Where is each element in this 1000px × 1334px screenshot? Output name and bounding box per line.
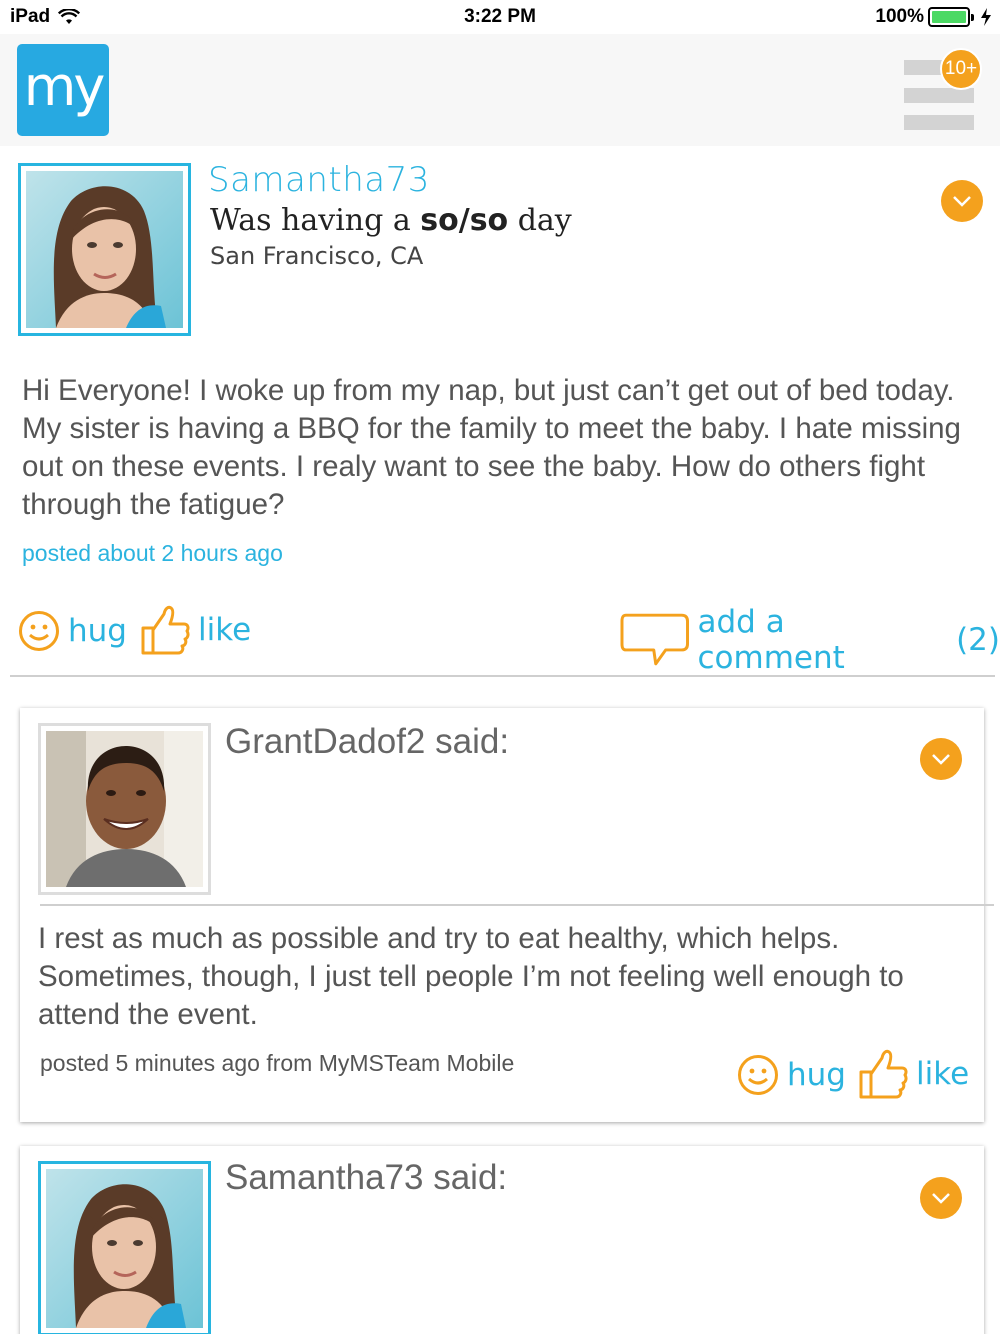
post-timestamp: posted about 2 hours ago [22,540,283,566]
post-username[interactable]: Samantha73 [208,160,430,200]
mood-value: so/so [420,203,509,238]
comment-avatar[interactable] [38,1161,211,1334]
post-location: San Francisco, CA [210,242,424,270]
comment-count: (2) [956,622,1000,658]
mood-suffix: day [508,203,572,238]
post-divider [10,675,995,677]
like-button[interactable]: like [140,604,251,656]
charging-icon [981,8,991,26]
mood-prefix: Was having a [210,203,421,238]
notification-badge[interactable]: 10+ [940,48,982,90]
avatar-image [26,171,183,328]
woman-portrait-icon [46,1169,203,1328]
comment-options-chevron-icon[interactable] [920,1177,962,1219]
battery-percent: 100% [875,6,924,27]
post-mood: Was having a so/so day [210,203,572,238]
post-body: Hi Everyone! I woke up from my nap, but … [22,374,961,521]
like-label: like [916,1056,970,1092]
speech-bubble-icon [620,613,690,666]
comment-body: I rest as much as possible and try to ea… [38,922,904,1031]
comment-like-button[interactable]: like [858,1048,969,1100]
smiley-icon [19,611,59,651]
comment-avatar[interactable] [38,723,211,895]
add-comment-button[interactable]: add a comment (2) [620,604,1000,676]
avatar-image [46,731,203,887]
hug-label: hug [68,613,127,649]
comment-author[interactable]: GrantDadof2 said: [225,722,509,762]
avatar-image [46,1169,203,1328]
like-label: like [198,612,252,648]
thumbs-up-icon [859,1049,908,1099]
smiley-icon [738,1055,778,1095]
post-avatar[interactable] [18,163,191,336]
comment-meta: posted 5 minutes ago from MyMSTeam Mobil… [40,1050,515,1076]
comment-options-chevron-icon[interactable] [920,738,962,780]
comment-card: Samantha73 said: [20,1146,984,1334]
comment-card: GrantDadof2 said: I rest as much as poss… [20,708,994,1122]
hug-button[interactable]: hug [18,610,127,652]
woman-portrait-icon [26,171,183,328]
post-options-chevron-icon[interactable] [941,180,983,222]
comment-hug-button[interactable]: hug [737,1054,846,1096]
status-time: 3:22 PM [464,6,536,27]
status-bar: iPad 3:22 PM 100% [0,0,1000,34]
comment-author[interactable]: Samantha73 said: [225,1158,507,1198]
app-header: my [0,34,1000,146]
comment-separator [40,904,994,906]
status-right: 100% [875,6,992,28]
add-comment-label: add a comment [697,604,845,676]
hug-label: hug [787,1057,846,1093]
man-portrait-icon [46,731,203,887]
app-logo[interactable]: my [17,44,109,136]
battery-icon [928,7,974,27]
thumbs-up-icon [141,605,190,655]
